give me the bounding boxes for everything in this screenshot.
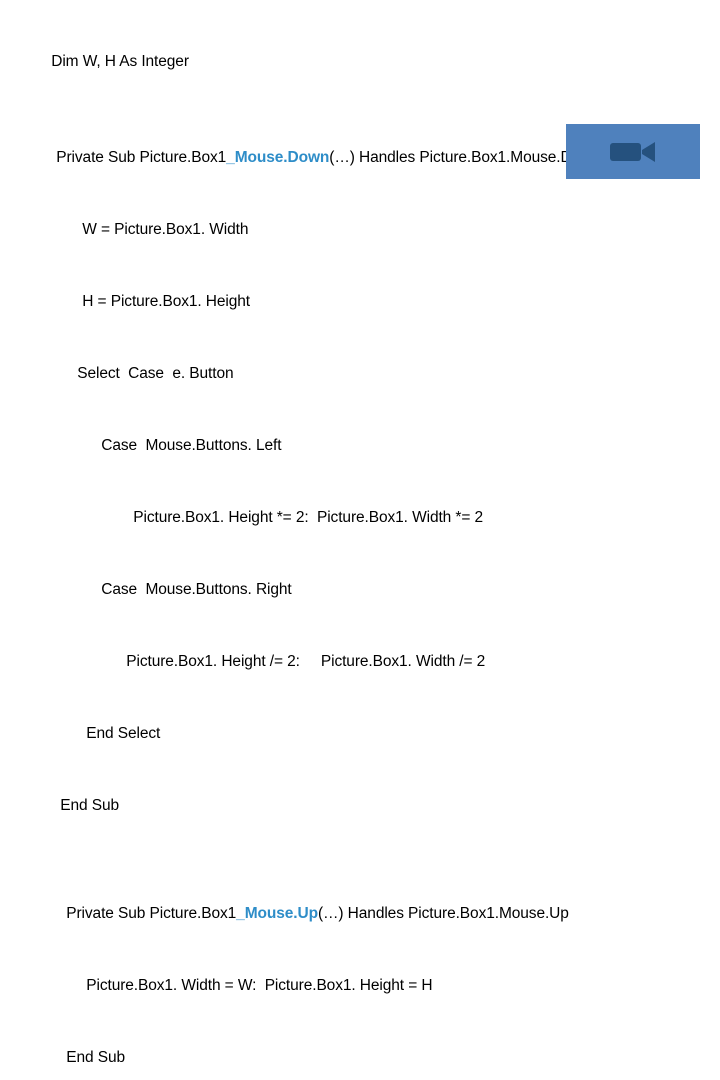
code-line-text: Case Mouse.Buttons. Right — [101, 581, 292, 598]
code-line-text: Private Sub Picture.Box1 — [56, 149, 227, 166]
code-line: Case Mouse.Buttons. Right — [0, 554, 720, 626]
code-line-tail: (…) Handles Picture.Box1.Mouse.Up — [317, 905, 569, 922]
video-camera-icon — [610, 141, 655, 162]
code-line: Private Sub Picture.Box1_Mouse.Up(…) Han… — [0, 878, 720, 950]
code-line-text: Picture.Box1. Height *= 2: Picture.Box1.… — [133, 509, 484, 526]
code-line-text: End Sub — [66, 1049, 126, 1066]
code-line-text: H = Picture.Box1. Height — [82, 293, 251, 310]
code-line-text: End Sub — [60, 797, 120, 814]
code-line: Case Mouse.Buttons. Left — [0, 410, 720, 482]
code-line: Select Case e. Button — [0, 338, 720, 410]
picture-box-preview — [566, 124, 700, 179]
code-line-text: End Select — [86, 725, 161, 742]
code-line-text: Private Sub Picture.Box1 — [66, 905, 237, 922]
code-line: W = Picture.Box1. Width — [0, 194, 720, 266]
code-line: End Select — [0, 698, 720, 770]
code-line-highlight: _Mouse.Down — [226, 149, 330, 166]
code-line-text: Case Mouse.Buttons. Left — [101, 437, 282, 454]
code-line-text: Picture.Box1. Width = W: Picture.Box1. H… — [86, 977, 433, 994]
code-line-text: Picture.Box1. Height /= 2: Picture.Box1.… — [126, 653, 486, 670]
code-line: Picture.Box1. Width = W: Picture.Box1. H… — [0, 950, 720, 1022]
code-line-tail: (…) Handles Picture.Box1.Mouse.Down — [329, 149, 600, 166]
code-line: H = Picture.Box1. Height — [0, 266, 720, 338]
code-line: End Sub — [0, 1022, 720, 1080]
code-line: Picture.Box1. Height *= 2: Picture.Box1.… — [0, 482, 720, 554]
code-line: Dim W, H As Integer — [0, 26, 720, 98]
code-line: End Sub — [0, 770, 720, 842]
code-line-text: W = Picture.Box1. Width — [82, 221, 249, 238]
code-line-text: Select Case e. Button — [77, 365, 234, 382]
code-line: Picture.Box1. Height /= 2: Picture.Box1.… — [0, 626, 720, 698]
code-line-highlight: _Mouse.Up — [236, 905, 318, 922]
code-line-text: Dim W, H As Integer — [51, 53, 189, 70]
slide-canvas: Dim W, H As Integer Private Sub Picture.… — [0, 0, 720, 1066]
